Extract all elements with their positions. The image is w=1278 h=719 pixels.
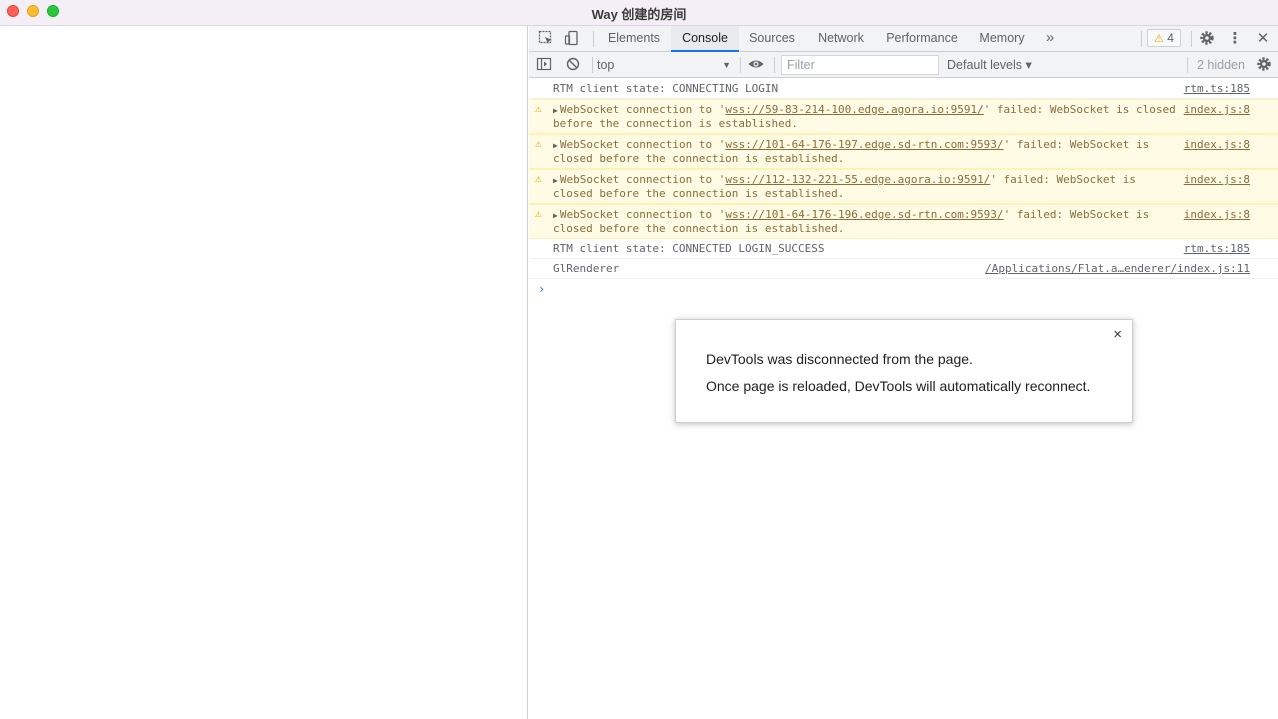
- warning-icon: ⚠: [535, 102, 542, 115]
- message-source-link[interactable]: index.js:8: [1177, 103, 1250, 116]
- expand-triangle-icon[interactable]: ▶: [553, 141, 558, 150]
- warning-icon: ⚠: [535, 207, 542, 220]
- prompt-chevron-icon: ›: [538, 282, 546, 296]
- console-message: RTM client state: CONNECTING LOGIN rtm.t…: [529, 79, 1278, 99]
- tab-network[interactable]: Network: [809, 26, 873, 52]
- context-value: top: [597, 58, 615, 72]
- dialog-close-button[interactable]: ×: [1113, 326, 1122, 343]
- console-warning: ⚠ ▶ WebSocket connection to 'wss://112-13…: [529, 169, 1278, 204]
- toolbar-divider: [1187, 57, 1188, 73]
- message-text: GlRenderer: [553, 262, 620, 275]
- console-message: RTM client state: CONNECTED LOGIN_SUCCES…: [529, 239, 1278, 259]
- log-levels-dropdown[interactable]: Default levels ▾: [947, 56, 1032, 74]
- dialog-message-line1: DevTools was disconnected from the page.: [706, 351, 973, 367]
- context-selector[interactable]: top ▼: [597, 56, 733, 74]
- devtools-panel: Elements Console Sources Network Perform…: [529, 26, 1278, 719]
- message-source-link[interactable]: index.js:8: [1177, 173, 1250, 186]
- kebab-menu-icon[interactable]: ⋮: [1226, 30, 1244, 48]
- toolbar-divider: [1191, 31, 1192, 47]
- websocket-url-link[interactable]: wss://101-64-176-196.edge.sd-rtn.com:959…: [725, 208, 1003, 221]
- console-toolbar: top ▼ Default levels ▾ 2 hidden: [529, 52, 1278, 78]
- eye-icon[interactable]: [747, 56, 765, 74]
- app-window: Way 创建的房间 Elements Console Sources Netwo…: [0, 0, 1278, 719]
- console-warning: ⚠ ▶ WebSocket connection to 'wss://101-64…: [529, 204, 1278, 239]
- disconnected-dialog: × DevTools was disconnected from the pag…: [675, 319, 1133, 423]
- console-settings-gear-icon[interactable]: [1255, 56, 1273, 74]
- warning-icon: ⚠: [535, 137, 542, 150]
- device-toggle-icon[interactable]: [563, 30, 581, 48]
- websocket-url-link[interactable]: wss://112-132-221-55.edge.agora.io:9591/: [725, 173, 990, 186]
- message-text: RTM client state: CONNECTED LOGIN_SUCCES…: [553, 242, 825, 255]
- toolbar-divider: [1141, 31, 1142, 47]
- toolbar-divider: [593, 31, 594, 47]
- page-content-area: [0, 26, 528, 719]
- tab-console[interactable]: Console: [671, 26, 739, 52]
- warning-icon: ⚠: [535, 172, 542, 185]
- message-text: WebSocket connection to ': [559, 138, 726, 151]
- toolbar-divider: [774, 57, 775, 73]
- expand-triangle-icon[interactable]: ▶: [553, 106, 558, 115]
- toolbar-divider: [740, 57, 741, 73]
- inspect-element-icon[interactable]: [537, 30, 555, 48]
- tab-performance[interactable]: Performance: [879, 26, 965, 52]
- expand-triangle-icon[interactable]: ▶: [553, 176, 558, 185]
- message-text: RTM client state: CONNECTING LOGIN: [553, 82, 779, 95]
- devtools-tab-bar: Elements Console Sources Network Perform…: [529, 26, 1278, 52]
- message-source-link[interactable]: /Applications/Flat.a…enderer/index.js:11: [979, 262, 1250, 275]
- message-source-link[interactable]: index.js:8: [1177, 208, 1250, 221]
- sidebar-toggle-icon[interactable]: [535, 56, 553, 74]
- warnings-count: 4: [1167, 31, 1174, 45]
- chevron-down-icon: ▼: [722, 60, 731, 70]
- tab-memory[interactable]: Memory: [971, 26, 1033, 52]
- console-message: GlRenderer /Applications/Flat.a…enderer/…: [529, 259, 1278, 279]
- close-icon[interactable]: ✕: [1254, 30, 1272, 48]
- tab-elements[interactable]: Elements: [599, 26, 669, 52]
- websocket-url-link[interactable]: wss://101-64-176-197.edge.sd-rtn.com:959…: [725, 138, 1003, 151]
- message-source-link[interactable]: index.js:8: [1177, 138, 1250, 151]
- hidden-messages-count: 2 hidden: [1197, 58, 1245, 72]
- console-messages: RTM client state: CONNECTING LOGIN rtm.t…: [529, 79, 1278, 299]
- message-text: WebSocket connection to ': [559, 173, 726, 186]
- dialog-message-line2: Once page is reloaded, DevTools will aut…: [706, 378, 1091, 394]
- console-prompt[interactable]: ›: [529, 279, 1278, 299]
- warning-icon: ⚠: [1154, 33, 1164, 45]
- message-source-link[interactable]: rtm.ts:185: [1178, 242, 1250, 255]
- clear-console-icon[interactable]: [564, 56, 582, 74]
- console-warning: ⚠ ▶ WebSocket connection to 'wss://101-64…: [529, 134, 1278, 169]
- window-title: Way 创建的房间: [591, 7, 687, 22]
- more-tabs-button[interactable]: »: [1039, 26, 1061, 52]
- message-source-link[interactable]: rtm.ts:185: [1178, 82, 1250, 95]
- message-text: WebSocket connection to ': [559, 103, 726, 116]
- websocket-url-link[interactable]: wss://59-83-214-100.edge.agora.io:9591/: [725, 103, 983, 116]
- tab-sources[interactable]: Sources: [741, 26, 803, 52]
- toolbar-divider: [592, 57, 593, 73]
- message-text: WebSocket connection to ': [559, 208, 726, 221]
- title-bar: Way 创建的房间: [0, 0, 1278, 26]
- gear-icon[interactable]: [1198, 30, 1216, 48]
- warnings-badge[interactable]: ⚠ 4: [1147, 29, 1181, 47]
- expand-triangle-icon[interactable]: ▶: [553, 211, 558, 220]
- console-warning: ⚠ ▶ WebSocket connection to 'wss://59-83-…: [529, 99, 1278, 134]
- filter-input[interactable]: [781, 55, 939, 75]
